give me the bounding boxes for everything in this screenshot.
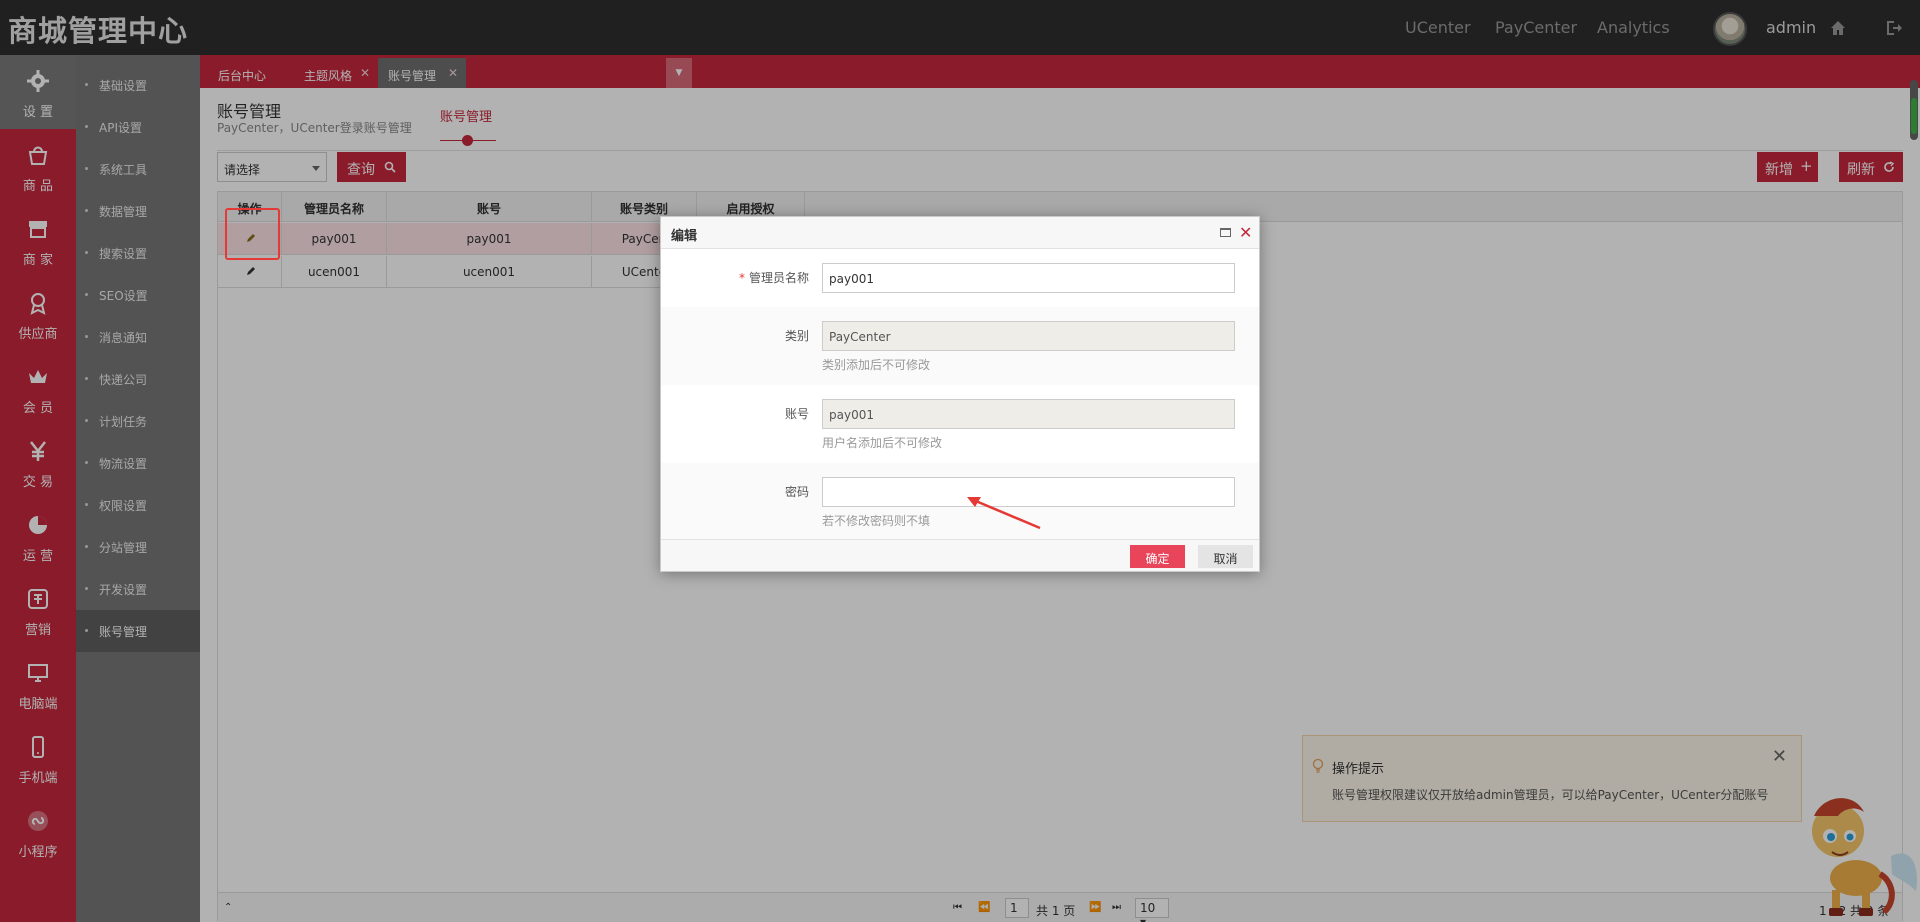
close-icon[interactable]: ✕ — [1239, 223, 1252, 242]
dialog-header: 编辑 ✕ — [661, 217, 1259, 249]
field-label: 类别 — [784, 329, 809, 343]
annotation-arrow-icon — [967, 497, 1041, 530]
field-label: 账号 — [784, 407, 809, 421]
field-row-password: 密码 若不修改密码则不填 — [661, 463, 1259, 539]
account-input: pay001 — [822, 399, 1235, 429]
maximize-icon[interactable] — [1220, 228, 1231, 237]
required-icon: * — [738, 271, 745, 285]
type-input: PayCenter — [822, 321, 1235, 351]
cancel-button[interactable]: 取消 — [1198, 545, 1253, 568]
field-hint: 若不修改密码则不填 — [822, 514, 931, 528]
field-row-account: 账号 pay001 用户名添加后不可修改 — [661, 385, 1259, 463]
admin-name-input[interactable]: pay001 — [822, 263, 1235, 293]
field-hint: 类别添加后不可修改 — [822, 358, 931, 372]
highlight-box — [225, 208, 280, 260]
field-label: 密码 — [784, 485, 809, 499]
field-hint: 用户名添加后不可修改 — [822, 436, 943, 450]
dialog-title: 编辑 — [671, 229, 698, 244]
confirm-button[interactable]: 确定 — [1130, 545, 1185, 568]
field-label: * 管理员名称 — [739, 269, 809, 286]
field-row-type: 类别 PayCenter 类别添加后不可修改 — [661, 307, 1259, 385]
field-row-name: * 管理员名称 pay001 — [661, 249, 1259, 307]
dialog-footer: 确定 取消 — [661, 539, 1259, 571]
field-label-text: 管理员名称 — [748, 271, 809, 285]
edit-dialog: 编辑 ✕ * 管理员名称 pay001 类别 PayCenter 类别添加后不可修… — [660, 216, 1260, 572]
